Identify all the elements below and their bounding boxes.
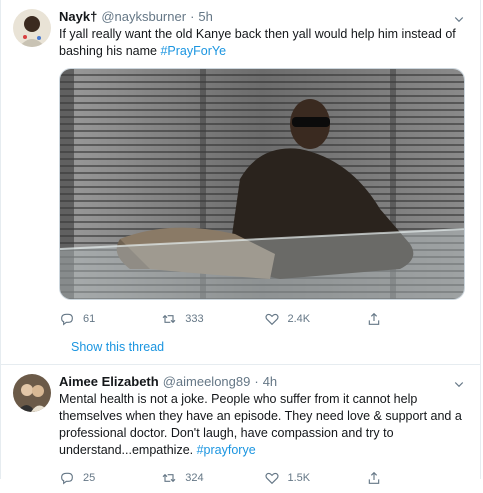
tweet-actions: 61 333 2.4K — [59, 304, 468, 334]
reply-icon — [61, 472, 73, 485]
tweet-actions: 25 324 1.5K — [59, 463, 468, 493]
timestamp[interactable]: 4h — [263, 373, 277, 390]
separator-dot: · — [254, 374, 259, 389]
tweet-text: If yall really want the old Kanye back t… — [59, 26, 468, 60]
retweet-icon — [162, 314, 176, 324]
reply-count: 25 — [83, 472, 96, 484]
tweet[interactable]: Nayk† @nayksburner · 5h If yall really w… — [1, 0, 480, 364]
handle[interactable]: @aimeelong89 — [163, 373, 251, 390]
tweet-photo[interactable] — [59, 68, 465, 300]
retweet-icon — [162, 473, 176, 483]
tweet-body: Mental health is not a joke. People who … — [59, 392, 462, 457]
share-icon — [368, 471, 379, 484]
share-button[interactable] — [366, 311, 468, 327]
hashtag-link[interactable]: #prayforye — [197, 443, 256, 457]
like-icon — [264, 472, 279, 485]
separator-dot: · — [190, 9, 195, 24]
display-name[interactable]: Nayk† — [59, 8, 97, 25]
tweet[interactable]: Aimee Elizabeth @aimeelong89 · 4h Mental… — [1, 365, 480, 493]
show-thread-link[interactable]: Show this thread — [13, 334, 468, 364]
chevron-down-icon[interactable] — [450, 10, 468, 28]
retweet-count: 333 — [185, 313, 204, 325]
share-button[interactable] — [366, 470, 468, 486]
hashtag-link[interactable]: #PrayForYe — [160, 44, 226, 58]
retweet-button[interactable]: 333 — [161, 311, 263, 327]
tweet-text: Mental health is not a joke. People who … — [59, 391, 468, 459]
display-name[interactable]: Aimee Elizabeth — [59, 373, 159, 390]
like-button[interactable]: 1.5K — [264, 470, 366, 486]
reply-icon — [61, 313, 73, 326]
like-count: 1.5K — [287, 472, 311, 484]
like-icon — [264, 313, 279, 326]
like-button[interactable]: 2.4K — [264, 311, 366, 327]
timeline: Nayk† @nayksburner · 5h If yall really w… — [0, 0, 481, 485]
reply-button[interactable]: 61 — [59, 311, 161, 327]
handle[interactable]: @nayksburner — [101, 8, 186, 25]
reply-count: 61 — [83, 313, 96, 325]
retweet-count: 324 — [185, 472, 204, 484]
avatar[interactable] — [13, 374, 51, 412]
retweet-button[interactable]: 324 — [161, 470, 263, 486]
timestamp[interactable]: 5h — [198, 8, 212, 25]
like-count: 2.4K — [287, 313, 311, 325]
avatar[interactable] — [13, 9, 51, 47]
tweet-body: If yall really want the old Kanye back t… — [59, 27, 456, 58]
reply-button[interactable]: 25 — [59, 470, 161, 486]
share-icon — [368, 312, 379, 325]
chevron-down-icon[interactable] — [450, 375, 468, 393]
